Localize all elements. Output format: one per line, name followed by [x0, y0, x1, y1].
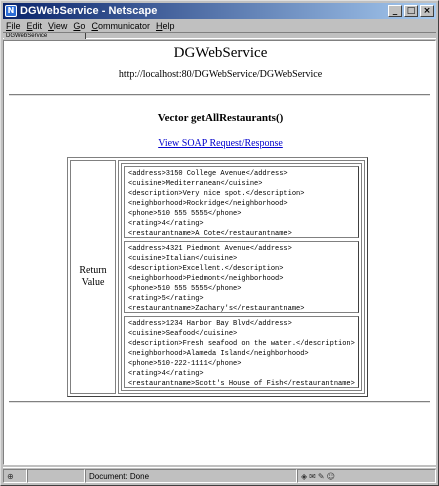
return-value-label: Return Value	[70, 160, 116, 394]
record-2: <address>1234 Harbor Bay Blvd</address> …	[124, 316, 359, 388]
record-line: <description>Excellent.</description>	[128, 265, 284, 273]
aim-icon[interactable]: ☺	[327, 472, 335, 481]
menu-view[interactable]: View	[48, 21, 67, 31]
return-value-cell: <address>3150 College Avenue</address> <…	[118, 160, 365, 394]
menu-edit[interactable]: Edit	[27, 21, 43, 31]
record-line: <neighborhood>Alameda Island</neighborho…	[128, 350, 309, 358]
page-content: DGWebService http://localhost:80/DGWebSe…	[3, 40, 436, 465]
progress-segment	[27, 469, 85, 483]
record-line: <neighborhood>Piedmont</neighborhood>	[128, 275, 284, 283]
record-line: <neighborhood>Rockridge</neighborhood>	[128, 200, 288, 208]
title-bar[interactable]: N DGWebService - Netscape _ □ ×	[3, 3, 436, 19]
minimize-button[interactable]: _	[388, 5, 402, 17]
endpoint-url: http://localhost:80/DGWebService/DGWebSe…	[118, 69, 323, 80]
record-line: <cuisine>Italian</cuisine>	[128, 255, 238, 263]
record-line: <rating>4</rating>	[128, 370, 204, 378]
record-line: <description>Fresh seafood on the water.…	[128, 340, 355, 348]
browser-window: N DGWebService - Netscape _ □ × File Edi…	[0, 0, 439, 486]
divider-bottom	[9, 401, 430, 403]
location-strip: DGWebService	[3, 32, 436, 39]
record-line: <address>3150 College Avenue</address>	[128, 170, 288, 178]
minimize-icon: _	[392, 6, 398, 16]
close-icon: ×	[423, 6, 431, 16]
navigator-icon[interactable]: ◈	[301, 472, 307, 481]
component-bar: ◈ ✉ ✎ ☺	[297, 469, 436, 483]
window-title: DGWebService - Netscape	[20, 5, 158, 17]
record-line: <phone>510 555 5555</phone>	[128, 210, 242, 218]
record-0: <address>3150 College Avenue</address> <…	[124, 166, 359, 238]
record-line: <restaurantname>Zachary's</restaurantnam…	[128, 305, 305, 313]
menu-go[interactable]: Go	[73, 21, 85, 31]
menu-communicator[interactable]: Communicator	[91, 21, 150, 31]
lock-icon: ⊕	[7, 471, 14, 481]
menu-help[interactable]: Help	[156, 21, 175, 31]
method-signature: Vector getAllRestaurants()	[157, 112, 284, 124]
record-line: <restaurantname>A Cote</restaurantname>	[128, 230, 292, 238]
return-label-line2: Value	[81, 277, 105, 288]
record-line: <address>4321 Piedmont Avenue</address>	[128, 245, 292, 253]
netscape-icon: N	[5, 5, 17, 17]
return-value-table: Return Value <address>3150 College Avenu…	[67, 157, 368, 397]
divider-top	[9, 94, 430, 96]
status-text-segment: Document: Done	[85, 469, 297, 483]
status-bar: ⊕ Document: Done ◈ ✉ ✎ ☺	[3, 467, 436, 484]
page-title: DGWebService	[173, 45, 268, 61]
security-segment[interactable]: ⊕	[3, 469, 27, 483]
record-line: <phone>510-222-1111</phone>	[128, 360, 242, 368]
menu-bar: File Edit View Go Communicator Help	[3, 20, 436, 32]
record-line: <rating>4</rating>	[128, 220, 204, 228]
record-line: <description>Very nice spot.</descriptio…	[128, 190, 305, 198]
maximize-icon: □	[406, 6, 416, 16]
composer-icon[interactable]: ✎	[318, 472, 325, 481]
close-button[interactable]: ×	[420, 5, 434, 17]
record-line: <cuisine>Seafood</cuisine>	[128, 330, 238, 338]
record-line: <phone>510 555 5555</phone>	[128, 285, 242, 293]
maximize-button[interactable]: □	[404, 5, 418, 17]
record-line: <restaurantname>Scott's House of Fish</r…	[128, 380, 355, 388]
record-1: <address>4321 Piedmont Avenue</address> …	[124, 241, 359, 313]
records-table: <address>3150 College Avenue</address> <…	[121, 163, 362, 391]
mail-icon[interactable]: ✉	[309, 472, 316, 481]
status-text: Document: Done	[89, 471, 150, 481]
record-line: <cuisine>Mediterranean</cuisine>	[128, 180, 263, 188]
record-line: <address>1234 Harbor Bay Blvd</address>	[128, 320, 292, 328]
menu-file[interactable]: File	[6, 21, 21, 31]
return-label-line1: Return	[79, 265, 107, 276]
soap-request-link[interactable]: View SOAP Request/Response	[4, 138, 435, 149]
record-line: <rating>5</rating>	[128, 295, 204, 303]
location-tab[interactable]: DGWebService	[4, 33, 86, 39]
